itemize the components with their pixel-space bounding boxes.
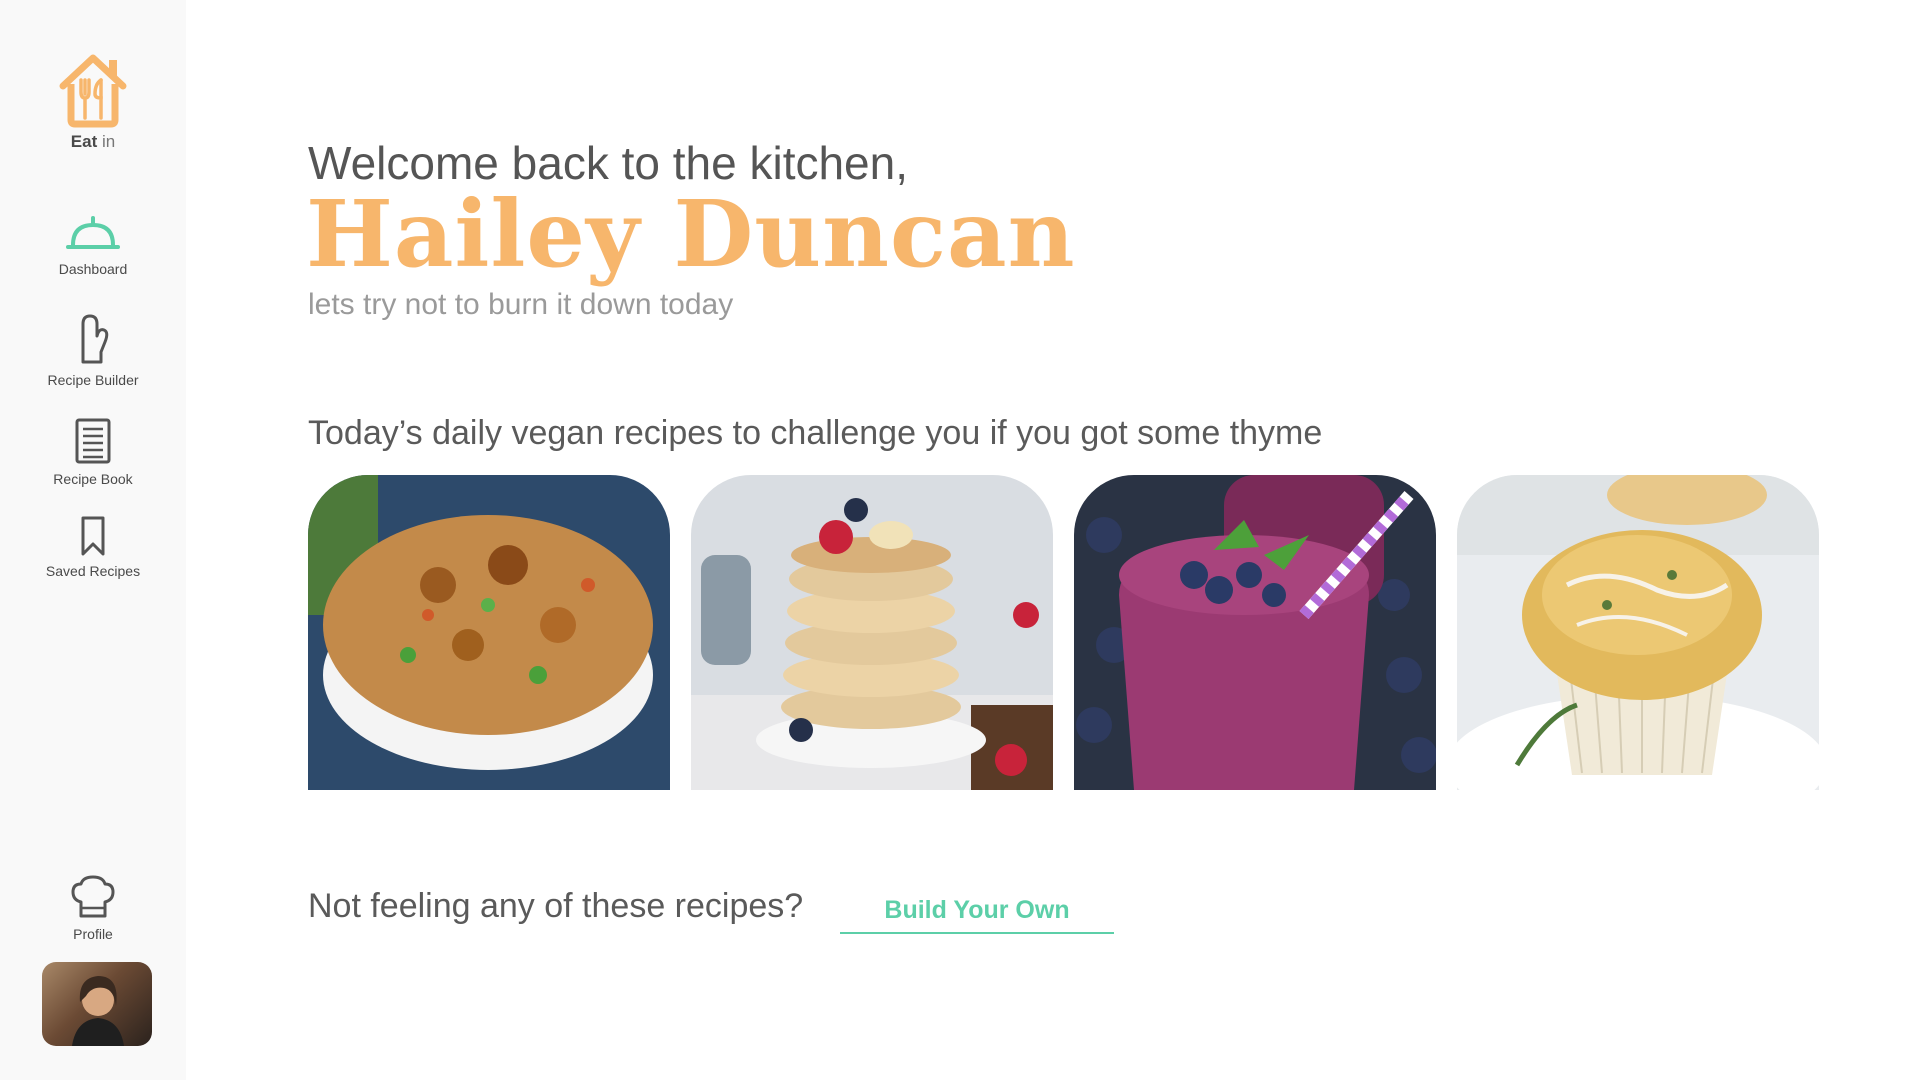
brand-name: Eat in <box>48 132 138 152</box>
cloche-icon <box>66 216 120 249</box>
brand-name-light: in <box>101 132 116 151</box>
book-icon <box>75 418 111 464</box>
pancake-stack-photo <box>691 475 1053 790</box>
recipe-card[interactable] <box>1074 475 1436 790</box>
user-name: Hailey Duncan <box>306 180 1076 288</box>
recipe-card[interactable] <box>1457 475 1819 790</box>
bookmark-icon <box>81 516 105 556</box>
nav-label-recipe-builder: Recipe Builder <box>47 372 139 388</box>
nav-item-recipe-book[interactable]: Recipe Book <box>0 417 186 487</box>
nav-label-recipe-book: Recipe Book <box>53 471 133 487</box>
nav-label-saved-recipes: Saved Recipes <box>45 563 141 579</box>
nav-label-profile: Profile <box>73 926 113 942</box>
avatar[interactable] <box>42 962 152 1046</box>
brand-name-bold: Eat <box>70 132 98 151</box>
nav-item-saved-recipes[interactable]: Saved Recipes <box>0 515 186 579</box>
sidebar: Eat in Dashboard Recipe Builder Recipe B… <box>0 0 186 1080</box>
recipe-card[interactable] <box>308 475 670 790</box>
cta-prompt: Not feeling any of these recipes? <box>308 887 804 925</box>
fried-rice-tofu-photo <box>308 475 670 790</box>
nav-label-dashboard: Dashboard <box>58 261 128 277</box>
brand-logo[interactable]: Eat in <box>48 50 138 152</box>
oven-mitt-icon <box>81 314 109 364</box>
muffin-photo <box>1457 475 1819 790</box>
tagline: lets try not to burn it down today <box>308 288 734 321</box>
nav-item-profile[interactable]: Profile <box>0 874 186 942</box>
nav-item-dashboard[interactable]: Dashboard <box>0 215 186 277</box>
recipe-card[interactable] <box>691 475 1053 790</box>
nav-item-recipe-builder[interactable]: Recipe Builder <box>0 312 186 388</box>
berry-smoothie-photo <box>1074 475 1436 790</box>
house-utensils-icon <box>59 54 127 128</box>
build-your-own-button[interactable]: Build Your Own <box>840 888 1114 934</box>
chef-hat-icon <box>71 875 115 918</box>
recipes-section-title: Today’s daily vegan recipes to challenge… <box>308 414 1323 452</box>
